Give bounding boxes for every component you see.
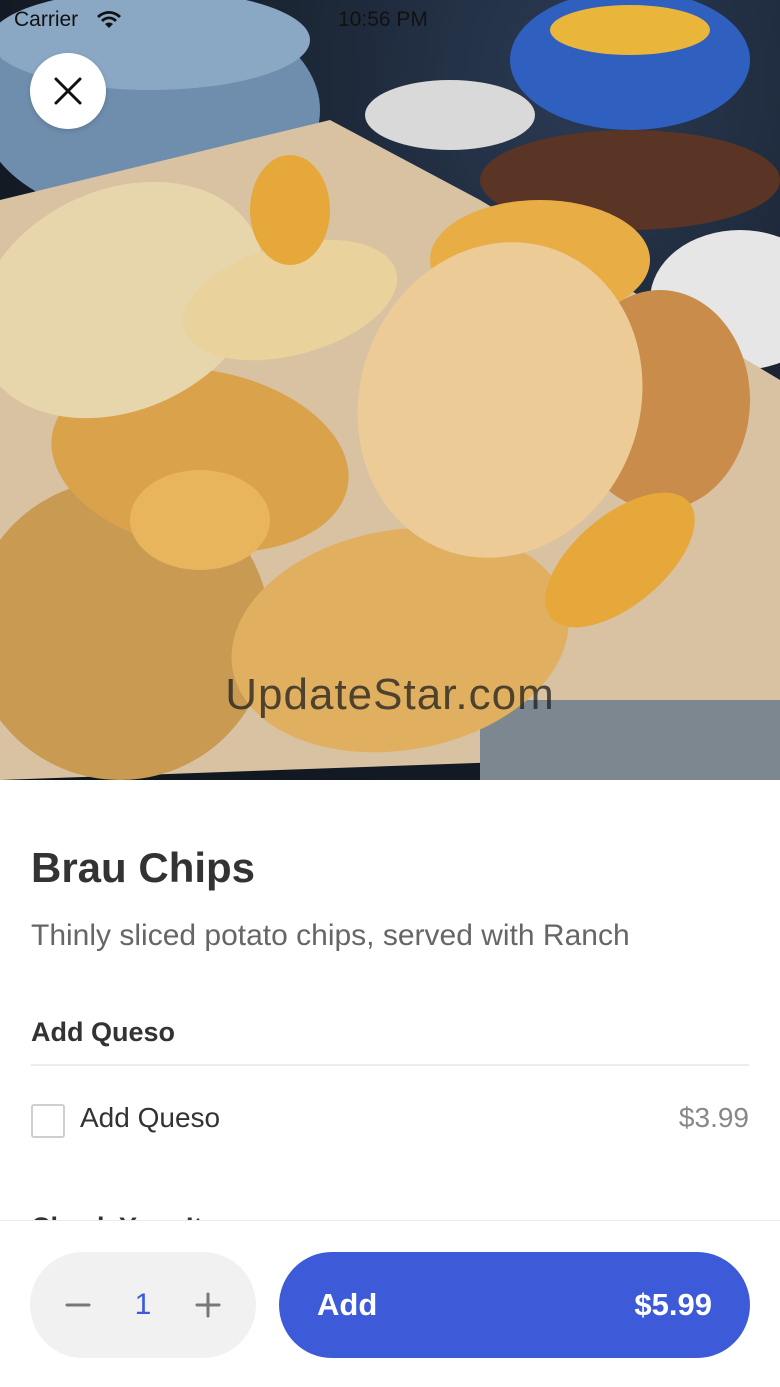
plus-icon [195,1292,221,1318]
add-queso-checkbox[interactable] [31,1104,65,1138]
option-label: Add Queso [80,1102,221,1133]
item-title: Brau Chips [31,844,256,891]
quantity-value: 1 [134,1288,152,1321]
carrier-label: Carrier [14,8,79,31]
increment-button[interactable] [178,1275,238,1335]
add-to-cart-button[interactable]: Add $5.99 [279,1252,750,1358]
next-group-title: Check Your Items [31,1212,257,1220]
item-description: Thinly sliced potato chips, served with … [31,919,630,952]
add-button-total: $5.99 [634,1287,712,1322]
potato-chips-image [0,0,780,780]
close-icon [54,77,82,105]
add-button-label: Add [317,1287,378,1322]
quantity-stepper: 1 [30,1252,256,1358]
status-time: 10:56 PM [338,8,428,31]
watermark: UpdateStar.com [225,670,555,719]
status-bar: Carrier 10:56 PM [0,0,780,40]
item-details: Brau Chips Thinly sliced potato chips, s… [0,780,780,1220]
modifier-group-title: Add Queso [31,1017,176,1047]
minus-icon [65,1303,91,1307]
divider [31,1064,749,1066]
wifi-icon [97,11,121,28]
add-to-cart-bar: 1 Add $5.99 [0,1220,780,1387]
item-photo: UpdateStar.com [0,0,780,780]
modifier-option-add-queso[interactable]: Add Queso $3.99 [31,1098,749,1142]
option-price: $3.99 [678,1102,749,1133]
decrement-button[interactable] [48,1275,108,1335]
close-button[interactable] [30,53,106,129]
